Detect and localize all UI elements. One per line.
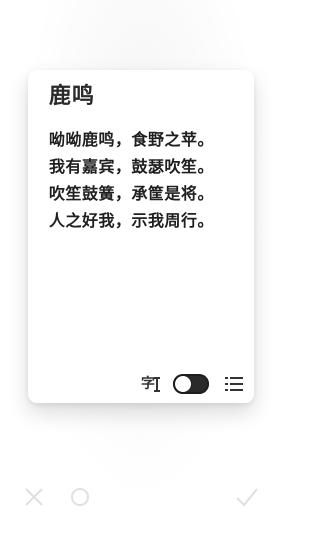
text-cursor-icon bbox=[154, 376, 160, 392]
circle-icon[interactable] bbox=[71, 488, 89, 506]
list-button[interactable] bbox=[224, 375, 244, 393]
close-icon[interactable] bbox=[23, 486, 45, 508]
poem-line: 呦呦鹿鸣，食野之苹。 bbox=[49, 130, 215, 149]
display-toggle[interactable] bbox=[173, 374, 209, 394]
poem-card: 鹿鸣 呦呦鹿鸣，食野之苹。 我有嘉宾，鼓瑟吹笙。 吹笙鼓簧，承筐是将。 人之好我… bbox=[28, 70, 254, 403]
card-controls: 字 bbox=[141, 373, 244, 395]
poem-line: 人之好我，示我周行。 bbox=[49, 211, 215, 230]
check-icon[interactable] bbox=[235, 486, 259, 508]
poem-line: 我有嘉宾，鼓瑟吹笙。 bbox=[49, 157, 215, 176]
poem-title: 鹿鸣 bbox=[49, 84, 96, 109]
poem-line: 吹笙鼓簧，承筐是将。 bbox=[49, 184, 215, 203]
poem-body: 呦呦鹿鸣，食野之苹。 我有嘉宾，鼓瑟吹笙。 吹笙鼓簧，承筐是将。 人之好我，示我… bbox=[49, 126, 245, 234]
bottom-bar bbox=[0, 480, 283, 520]
toggle-knob bbox=[175, 376, 191, 392]
font-size-button[interactable]: 字 bbox=[141, 376, 160, 392]
list-icon bbox=[225, 377, 243, 391]
font-size-label: 字 bbox=[141, 376, 155, 392]
